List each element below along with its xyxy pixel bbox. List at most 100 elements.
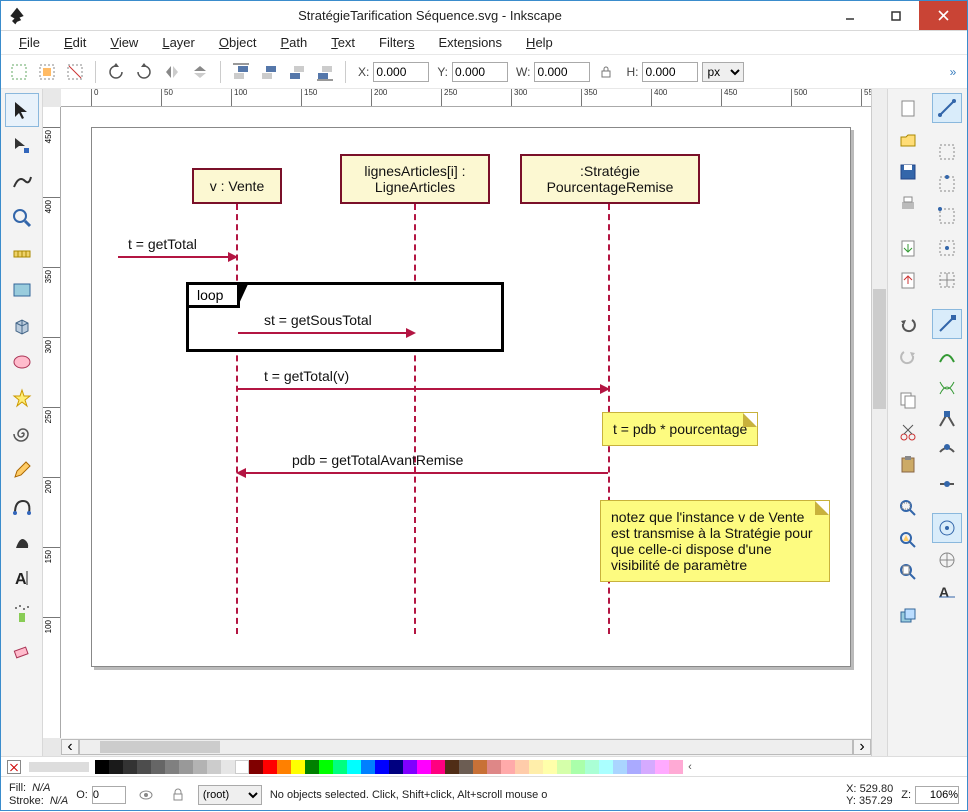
unit-select[interactable]: px bbox=[702, 62, 744, 82]
snap-text-baseline-button[interactable]: A bbox=[932, 577, 962, 607]
swatch[interactable] bbox=[95, 760, 109, 774]
cut-button[interactable] bbox=[893, 417, 923, 447]
snap-bbox-button[interactable] bbox=[932, 137, 962, 167]
swatch[interactable] bbox=[557, 760, 571, 774]
swatch[interactable] bbox=[473, 760, 487, 774]
menu-object[interactable]: Object bbox=[211, 33, 265, 52]
tool-spiral[interactable] bbox=[5, 417, 39, 451]
flip-v-button[interactable] bbox=[188, 60, 212, 84]
w-input[interactable] bbox=[534, 62, 590, 82]
scroll-left-button[interactable]: ‹ bbox=[61, 739, 79, 755]
import-button[interactable] bbox=[893, 233, 923, 263]
swatch[interactable] bbox=[235, 760, 249, 774]
print-button[interactable] bbox=[893, 189, 923, 219]
swatch[interactable] bbox=[543, 760, 557, 774]
copy-button[interactable] bbox=[893, 385, 923, 415]
window-minimize-button[interactable] bbox=[827, 1, 873, 30]
menu-filters[interactable]: Filters bbox=[371, 33, 422, 52]
zoom-drawing-button[interactable] bbox=[893, 525, 923, 555]
lock-aspect-button[interactable] bbox=[594, 60, 618, 84]
diagram-box-vente[interactable]: v : Vente bbox=[192, 168, 282, 204]
tool-spray[interactable] bbox=[5, 597, 39, 631]
menu-extensions[interactable]: Extensions bbox=[430, 33, 510, 52]
swatch-none[interactable] bbox=[7, 760, 21, 774]
swatch[interactable] bbox=[529, 760, 543, 774]
toolbar-overflow-button[interactable]: » bbox=[945, 60, 961, 84]
snap-path-button[interactable] bbox=[932, 341, 962, 371]
swatch[interactable] bbox=[599, 760, 613, 774]
canvas[interactable]: v : Vente lignesArticles[i] : LigneArtic… bbox=[61, 107, 871, 738]
h-input[interactable] bbox=[642, 62, 698, 82]
swatch[interactable] bbox=[291, 760, 305, 774]
snap-object-center-button[interactable] bbox=[932, 513, 962, 543]
swatch[interactable] bbox=[571, 760, 585, 774]
snap-bbox-edge-button[interactable] bbox=[932, 169, 962, 199]
swatch[interactable] bbox=[459, 760, 473, 774]
paste-button[interactable] bbox=[893, 449, 923, 479]
note-calc[interactable]: t = pdb * pourcentage bbox=[602, 412, 758, 446]
undo-button[interactable] bbox=[893, 309, 923, 339]
tool-star[interactable] bbox=[5, 381, 39, 415]
swatch[interactable] bbox=[417, 760, 431, 774]
swatch[interactable] bbox=[179, 760, 193, 774]
window-maximize-button[interactable] bbox=[873, 1, 919, 30]
swatch[interactable] bbox=[319, 760, 333, 774]
swatch[interactable] bbox=[333, 760, 347, 774]
palette-menu-button[interactable]: ‹ bbox=[683, 760, 697, 774]
layer-select[interactable]: (root) bbox=[198, 785, 262, 805]
swatch[interactable] bbox=[487, 760, 501, 774]
tool-ellipse[interactable] bbox=[5, 345, 39, 379]
swatch[interactable] bbox=[361, 760, 375, 774]
tool-3dbox[interactable] bbox=[5, 309, 39, 343]
ruler-horizontal[interactable]: 0 50 100 150 200 250 300 350 400 450 500… bbox=[61, 89, 871, 107]
rotate-cw-button[interactable] bbox=[132, 60, 156, 84]
layer-lock-button[interactable] bbox=[166, 783, 190, 807]
snap-midpoint-button[interactable] bbox=[932, 469, 962, 499]
scroll-thumb-h[interactable] bbox=[100, 741, 220, 753]
lower-button[interactable] bbox=[285, 60, 309, 84]
snap-center-button[interactable] bbox=[932, 265, 962, 295]
tool-text[interactable]: A bbox=[5, 561, 39, 595]
tool-node-edit[interactable] bbox=[5, 129, 39, 163]
menu-file[interactable]: File bbox=[11, 33, 48, 52]
swatch[interactable] bbox=[431, 760, 445, 774]
tool-tweak[interactable] bbox=[5, 165, 39, 199]
swatch[interactable] bbox=[123, 760, 137, 774]
horizontal-scrollbar[interactable]: ‹ › bbox=[61, 738, 871, 756]
zoom-page-button[interactable] bbox=[893, 557, 923, 587]
swatch[interactable] bbox=[613, 760, 627, 774]
swatch[interactable] bbox=[277, 760, 291, 774]
scroll-thumb-v[interactable] bbox=[873, 289, 886, 409]
tool-rectangle[interactable] bbox=[5, 273, 39, 307]
export-button[interactable] bbox=[893, 265, 923, 295]
swatch[interactable] bbox=[403, 760, 417, 774]
x-input[interactable] bbox=[373, 62, 429, 82]
swatch[interactable] bbox=[655, 760, 669, 774]
diagram-box-lignes[interactable]: lignesArticles[i] : LigneArticles bbox=[340, 154, 490, 204]
zoom-selection-button[interactable] bbox=[893, 493, 923, 523]
snap-bbox-corner-button[interactable] bbox=[932, 201, 962, 231]
tool-zoom[interactable] bbox=[5, 201, 39, 235]
deselect-button[interactable] bbox=[63, 60, 87, 84]
swatch[interactable] bbox=[165, 760, 179, 774]
palette-scroll[interactable] bbox=[29, 762, 89, 772]
tool-bezier[interactable] bbox=[5, 489, 39, 523]
snap-cusp-button[interactable] bbox=[932, 405, 962, 435]
tool-pencil[interactable] bbox=[5, 453, 39, 487]
swatch[interactable] bbox=[501, 760, 515, 774]
menu-help[interactable]: Help bbox=[518, 33, 561, 52]
select-all-button[interactable] bbox=[35, 60, 59, 84]
flip-h-button[interactable] bbox=[160, 60, 184, 84]
swatch[interactable] bbox=[305, 760, 319, 774]
note-explain[interactable]: notez que l'instance v de Vente est tran… bbox=[600, 500, 830, 582]
menu-edit[interactable]: Edit bbox=[56, 33, 94, 52]
swatch[interactable] bbox=[151, 760, 165, 774]
menu-path[interactable]: Path bbox=[272, 33, 315, 52]
tool-calligraphy[interactable] bbox=[5, 525, 39, 559]
diagram-box-strategie[interactable]: :Stratégie PourcentageRemise bbox=[520, 154, 700, 204]
save-doc-button[interactable] bbox=[893, 157, 923, 187]
swatch[interactable] bbox=[263, 760, 277, 774]
snap-edge-midpoint-button[interactable] bbox=[932, 233, 962, 263]
new-doc-button[interactable] bbox=[893, 93, 923, 123]
swatch[interactable] bbox=[669, 760, 683, 774]
